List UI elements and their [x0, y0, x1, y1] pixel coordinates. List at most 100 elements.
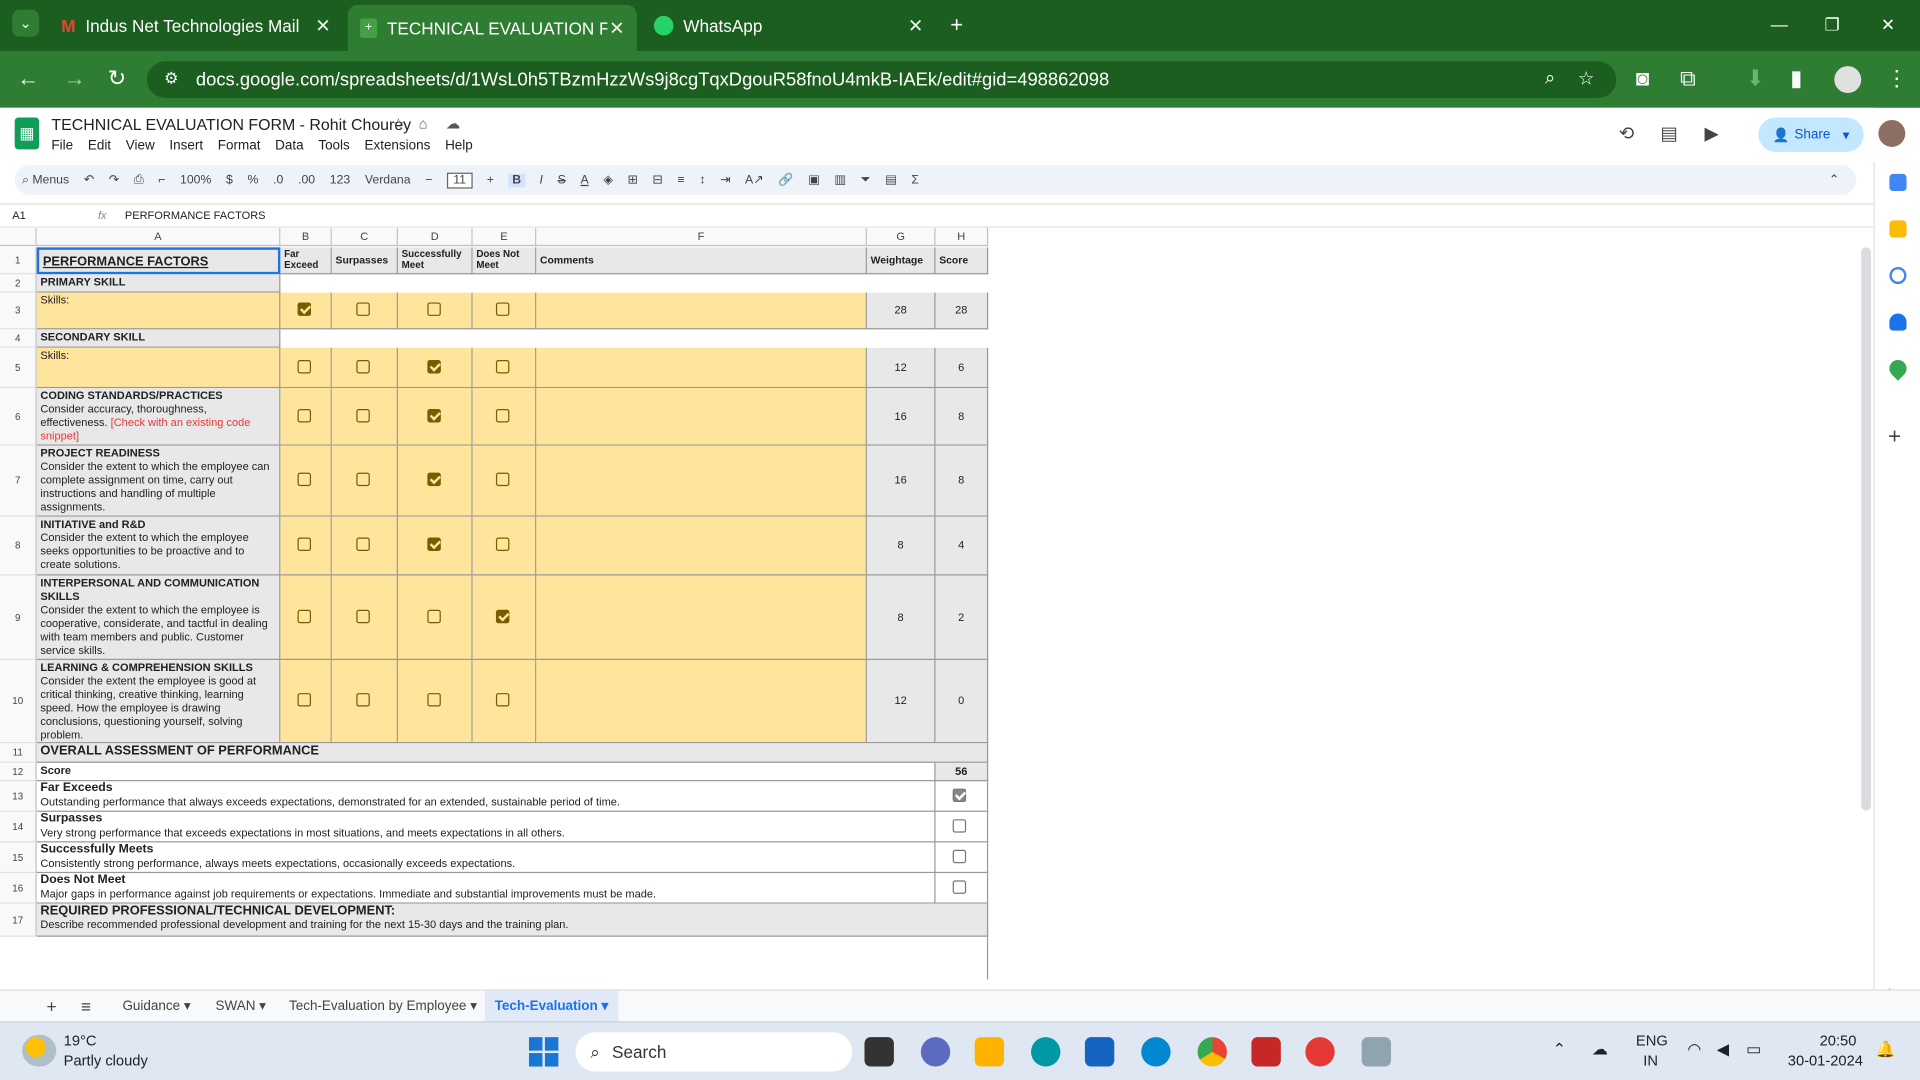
row-header[interactable]: 11 — [0, 743, 37, 763]
sheet-tab-tech-eval-employee[interactable]: Tech-Evaluation by Employee ▾ — [279, 991, 487, 1023]
row-header[interactable]: 8 — [0, 516, 37, 576]
font-size-increase-icon[interactable]: + — [487, 173, 494, 186]
bookmark-star-icon[interactable]: ☆ — [1578, 67, 1594, 90]
rating-checkbox[interactable] — [297, 359, 312, 373]
rating-checkbox[interactable] — [426, 408, 441, 422]
factor-interpersonal[interactable]: INTERPERSONAL AND COMMUNICATION SKILLS C… — [36, 575, 281, 661]
align-icon[interactable]: ≡ — [677, 173, 684, 186]
close-tab-icon[interactable]: ✕ — [609, 17, 624, 39]
menu-extensions[interactable]: Extensions — [364, 138, 430, 153]
header-does-not-meet[interactable]: Does Not Meet — [472, 247, 537, 275]
cell-performance-factors[interactable]: PERFORMANCE FACTORS — [36, 247, 281, 275]
rating-checkbox[interactable] — [495, 693, 510, 707]
bold-icon[interactable]: B — [508, 173, 525, 187]
store-icon[interactable] — [1084, 1037, 1115, 1067]
formula-input[interactable]: PERFORMANCE FACTORS — [118, 209, 266, 221]
name-box[interactable]: A1 — [0, 209, 73, 221]
comments-cell[interactable] — [536, 660, 867, 744]
header-weightage[interactable]: Weightage — [866, 247, 936, 275]
score-cell[interactable]: 6 — [935, 347, 989, 389]
chrome-icon[interactable] — [1197, 1037, 1227, 1067]
tab-search-icon[interactable]: ⌄ — [12, 9, 40, 37]
weightage-cell[interactable]: 16 — [866, 445, 936, 517]
column-header-h[interactable]: H — [935, 227, 989, 247]
tray-chevron-icon[interactable]: ⌃ — [1553, 1040, 1566, 1060]
header-score[interactable]: Score — [935, 247, 989, 275]
menu-view[interactable]: View — [126, 138, 155, 153]
sheets-logo-icon[interactable]: ▦ — [14, 117, 40, 150]
increase-decimal[interactable]: .00 — [298, 173, 315, 186]
column-header-e[interactable]: E — [472, 227, 537, 247]
search-menus-icon[interactable]: ⌕ Menus — [22, 173, 69, 186]
browser-tab-whatsapp[interactable]: WhatsApp ✕ — [642, 7, 936, 44]
fill-color-icon[interactable]: ◈ — [603, 173, 612, 186]
rating-checkbox[interactable] — [426, 609, 441, 623]
rating-checkbox[interactable] — [356, 408, 370, 422]
sidepanel-icon[interactable]: ▮ — [1790, 66, 1802, 90]
all-sheets-icon[interactable]: ≡ — [71, 991, 101, 1023]
font-size-input[interactable]: 11 — [447, 172, 473, 188]
chat-icon[interactable] — [920, 1037, 951, 1067]
overall-assessment-title[interactable]: OVERALL ASSESSMENT OF PERFORMANCE — [36, 743, 989, 763]
comments-cell[interactable] — [536, 347, 867, 389]
rating-checkbox[interactable] — [495, 472, 510, 487]
rating-checkbox[interactable] — [495, 359, 510, 373]
rating-checkbox[interactable] — [426, 472, 441, 487]
rating-checkbox[interactable] — [297, 408, 312, 422]
camera-icon[interactable]: ◙ — [1636, 66, 1649, 90]
contacts-icon[interactable] — [1889, 313, 1907, 331]
filter-icon[interactable]: ⏷ — [861, 173, 871, 186]
url-bar[interactable]: ⚙ docs.google.com/spreadsheets/d/1WsL0h5… — [146, 61, 1617, 98]
row-header[interactable]: 14 — [0, 811, 37, 843]
rating-checkbox[interactable] — [297, 609, 312, 623]
chrome-menu-icon[interactable]: ⋮ — [1886, 66, 1908, 90]
column-header-d[interactable]: D — [397, 227, 473, 247]
chart-icon[interactable]: ▥ — [834, 173, 846, 186]
weightage-cell[interactable]: 12 — [866, 347, 936, 389]
row-header[interactable]: 5 — [0, 347, 37, 389]
rating-checkbox[interactable] — [495, 537, 510, 552]
row-header[interactable]: 3 — [0, 292, 37, 330]
factor-learning[interactable]: LEARNING & COMPREHENSION SKILLS Consider… — [36, 660, 281, 744]
row-header[interactable]: 6 — [0, 388, 37, 446]
volume-icon[interactable]: ◀ — [1717, 1040, 1729, 1060]
rating-checkbox[interactable] — [426, 359, 441, 373]
edge-icon[interactable] — [1031, 1037, 1061, 1067]
column-header-a[interactable]: A — [36, 227, 281, 247]
row-header[interactable]: 15 — [0, 842, 37, 874]
cell-secondary-skills[interactable]: Skills: — [36, 347, 281, 389]
extensions-icon[interactable]: ⧉ — [1680, 66, 1696, 90]
cloud-offline-icon[interactable]: ☁ — [1592, 1040, 1608, 1060]
file-explorer-icon[interactable] — [974, 1037, 1005, 1067]
functions-icon[interactable]: Σ — [911, 173, 919, 186]
rating-checkbox[interactable] — [495, 302, 510, 316]
zoom-select[interactable]: 100% — [180, 173, 211, 186]
security-shield-icon[interactable] — [1251, 1037, 1281, 1067]
rotate-icon[interactable]: A↗ — [745, 173, 763, 186]
weather-temp[interactable]: 19°C — [64, 1032, 97, 1049]
text-color-icon[interactable]: A — [580, 173, 588, 186]
currency-format[interactable]: $ — [226, 173, 233, 186]
spreadsheet-grid[interactable]: A B C D E F G H 1 2 3 4 5 6 7 8 9 10 11 … — [0, 227, 1874, 980]
score-cell[interactable]: 8 — [935, 388, 989, 446]
assessment-level[interactable]: Does Not Meet Major gaps in performance a… — [36, 873, 936, 904]
move-icon[interactable]: ⌂ — [419, 115, 428, 132]
factor-coding-standards[interactable]: CODING STANDARDS/PRACTICES Consider accu… — [36, 388, 281, 446]
alexa-icon[interactable] — [1141, 1037, 1171, 1067]
rating-checkbox[interactable] — [297, 537, 312, 552]
borders-icon[interactable]: ⊞ — [627, 173, 637, 186]
close-tab-icon[interactable]: ✕ — [315, 15, 330, 37]
comments-icon[interactable]: ▤ — [1660, 122, 1677, 145]
forward-icon[interactable]: → — [64, 66, 86, 90]
rating-checkbox[interactable] — [426, 693, 441, 707]
wrap-icon[interactable]: ⇥ — [720, 173, 730, 186]
comments-cell[interactable] — [536, 445, 867, 517]
task-view-icon[interactable] — [864, 1037, 894, 1067]
browser-tab-gmail[interactable]: M Indus Net Technologies Mail ✕ — [49, 7, 343, 44]
weather-icon[interactable] — [22, 1034, 57, 1067]
header-surpasses[interactable]: Surpasses — [331, 247, 398, 275]
version-history-icon[interactable]: ⟲ — [1619, 122, 1634, 145]
rating-checkbox[interactable] — [297, 302, 312, 316]
assessment-checkbox[interactable] — [952, 788, 967, 803]
strikethrough-icon[interactable]: S — [558, 173, 566, 186]
